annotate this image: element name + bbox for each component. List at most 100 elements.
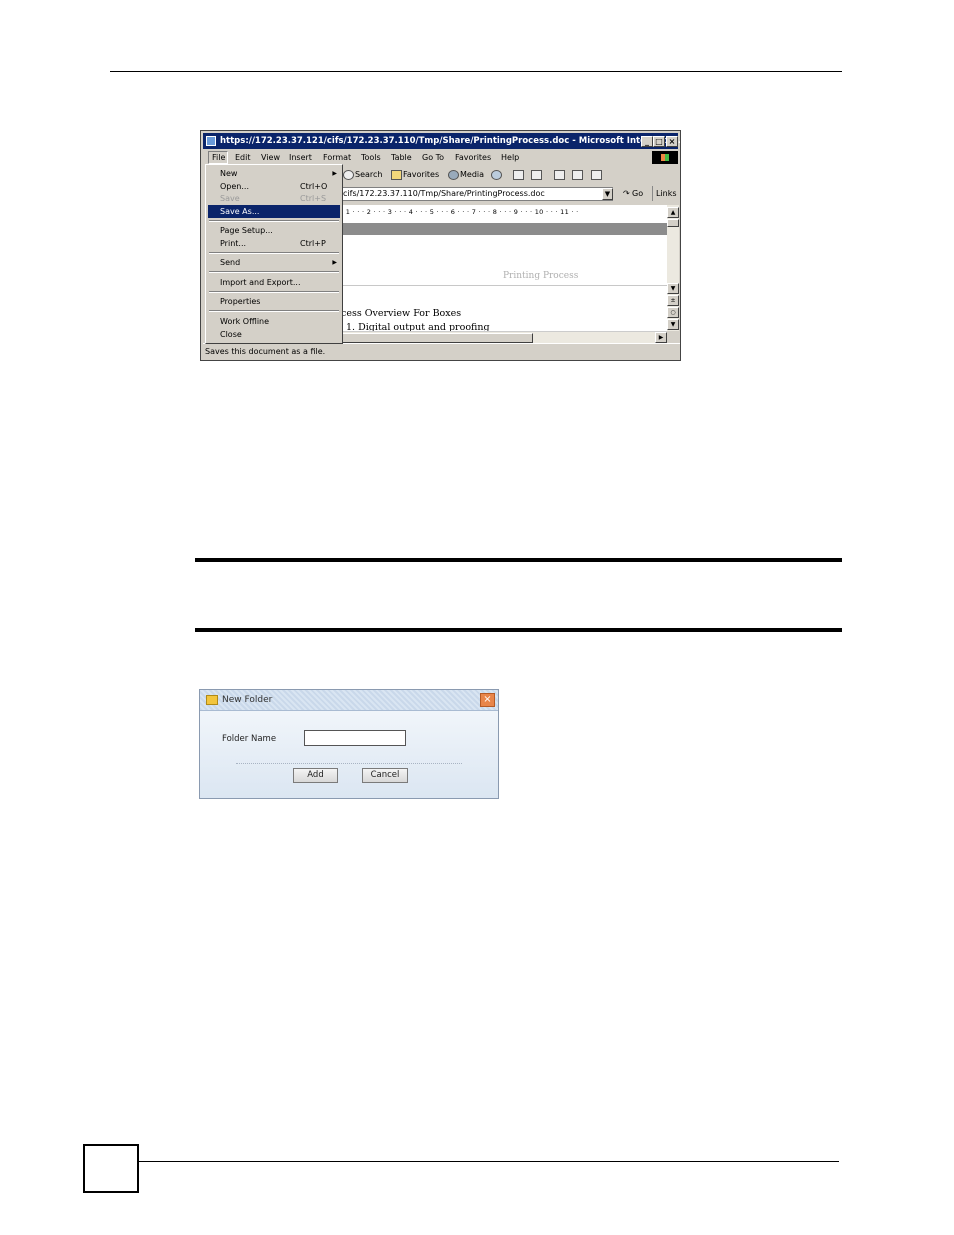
history-icon[interactable]	[491, 170, 502, 180]
menu-favorites[interactable]: Favorites	[455, 153, 491, 162]
dialog-title: New Folder	[222, 695, 273, 705]
menu-view[interactable]: View	[261, 153, 280, 162]
menu-item-send[interactable]: Send ▶	[208, 256, 340, 269]
folder-icon	[206, 695, 218, 705]
menu-table[interactable]: Table	[391, 153, 412, 162]
select-browse-object-icon[interactable]: ○	[667, 307, 679, 318]
browser-title: https://172.23.37.121/cifs/172.23.37.110…	[220, 136, 681, 146]
search-icon	[343, 170, 354, 180]
footer-rule	[139, 1161, 839, 1162]
discuss-icon[interactable]	[591, 170, 602, 180]
prev-page-icon[interactable]: ±	[667, 295, 679, 306]
address-divider	[652, 186, 653, 201]
media-icon	[448, 170, 459, 180]
edit-icon[interactable]	[572, 170, 583, 180]
go-arrow-icon: ↷	[623, 189, 630, 198]
document-view: · 1 · · · 2 · · · 3 · · · 4 · · · 5 · · …	[341, 205, 667, 341]
menu-item-save[interactable]: Save Ctrl+S	[208, 192, 340, 205]
vertical-scrollbar[interactable]: ▲ ▼ ± ○ ▼	[667, 205, 679, 331]
page-margin-band	[341, 223, 667, 235]
menu-item-print[interactable]: Print... Ctrl+P	[208, 237, 340, 250]
page-number-box	[83, 1144, 139, 1193]
menu-format[interactable]: Format	[323, 153, 351, 162]
windows-logo-icon	[652, 151, 678, 164]
menu-bar: File Edit View Insert Format Tools Table…	[203, 150, 678, 165]
ie-icon	[206, 136, 216, 146]
file-menu: New ▶ Open... Ctrl+O Save Ctrl+S Save As...…	[205, 164, 343, 344]
cancel-button[interactable]: Cancel	[362, 768, 408, 783]
dialog-close-button[interactable]: ×	[480, 693, 495, 707]
menu-file-label: File	[212, 153, 226, 162]
menu-item-print-shortcut: Ctrl+P	[300, 239, 326, 248]
vertical-scroll-thumb[interactable]	[667, 219, 679, 227]
menu-separator	[209, 310, 339, 312]
minimize-button[interactable]: _	[641, 136, 653, 147]
address-bar: cifs/172.23.37.110/Tmp/Share/PrintingPro…	[341, 186, 678, 203]
menu-help[interactable]: Help	[501, 153, 519, 162]
browser-window-screenshot: https://172.23.37.121/cifs/172.23.37.110…	[200, 130, 681, 361]
menu-file[interactable]: File	[208, 151, 228, 164]
add-button[interactable]: Add	[293, 768, 338, 783]
menu-separator	[209, 291, 339, 293]
media-button[interactable]: Media	[460, 170, 484, 179]
menu-item-page-setup[interactable]: Page Setup...	[208, 224, 340, 237]
folder-name-input[interactable]	[304, 730, 406, 746]
note-top-rule	[195, 558, 842, 562]
menu-item-send-label: Send	[220, 258, 241, 267]
favorites-icon	[391, 170, 402, 180]
menu-item-close[interactable]: Close	[208, 328, 340, 341]
submenu-arrow-icon: ▶	[332, 170, 337, 177]
status-bar: Saves this document as a file.	[203, 343, 680, 360]
search-button[interactable]: Search	[355, 170, 382, 179]
menu-item-print-label: Print...	[220, 239, 247, 248]
menu-item-save-shortcut: Ctrl+S	[300, 194, 327, 203]
submenu-arrow-icon: ▶	[332, 259, 337, 266]
header-rule	[110, 71, 842, 72]
menu-item-properties[interactable]: Properties	[208, 295, 340, 308]
favorites-button[interactable]: Favorites	[403, 170, 439, 179]
menu-separator	[209, 220, 339, 222]
fullscreen-icon[interactable]	[513, 170, 524, 180]
close-window-button[interactable]: ×	[666, 136, 678, 147]
menu-tools[interactable]: Tools	[361, 153, 381, 162]
dialog-title-bar: New Folder ×	[200, 690, 498, 711]
menu-item-page-setup-label: Page Setup...	[220, 226, 273, 235]
browser-title-bar: https://172.23.37.121/cifs/172.23.37.110…	[203, 133, 681, 149]
scroll-right-icon[interactable]: ▶	[655, 332, 667, 343]
menu-item-work-offline-label: Work Offline	[220, 317, 270, 326]
links-button[interactable]: Links	[656, 189, 677, 198]
horizontal-scroll-thumb[interactable]	[341, 333, 533, 343]
menu-insert[interactable]: Insert	[289, 153, 312, 162]
doc-line-1: cess Overview For Boxes	[341, 308, 462, 319]
go-button[interactable]: Go	[632, 189, 643, 198]
doc-header-line	[341, 285, 667, 286]
maximize-button[interactable]: □	[653, 136, 665, 147]
menu-item-save-label: Save	[220, 194, 240, 203]
ruler: · 1 · · · 2 · · · 3 · · · 4 · · · 5 · · …	[341, 205, 667, 220]
menu-item-close-label: Close	[220, 330, 242, 339]
menu-item-properties-label: Properties	[220, 297, 261, 306]
address-input[interactable]: cifs/172.23.37.110/Tmp/Share/PrintingPro…	[341, 187, 613, 201]
scroll-up-icon[interactable]: ▲	[667, 207, 679, 218]
menu-item-save-as[interactable]: Save As...	[208, 205, 340, 218]
menu-item-new[interactable]: New ▶	[208, 167, 340, 180]
address-dropdown-icon[interactable]: ▼	[602, 188, 613, 200]
next-page-icon[interactable]: ▼	[667, 319, 679, 330]
menu-item-save-as-label: Save As...	[220, 207, 260, 216]
menu-item-import-export[interactable]: Import and Export...	[208, 276, 340, 289]
print-icon[interactable]	[554, 170, 565, 180]
dialog-divider	[236, 763, 462, 764]
toolbar: Search Favorites Media	[341, 167, 678, 183]
new-folder-dialog: New Folder × Folder Name Add Cancel	[199, 689, 499, 799]
doc-header: Printing Process	[503, 271, 579, 281]
mail-icon[interactable]	[531, 170, 542, 180]
menu-goto[interactable]: Go To	[422, 153, 444, 162]
menu-separator	[209, 271, 339, 273]
menu-item-new-label: New	[220, 169, 238, 178]
scroll-down-icon[interactable]: ▼	[667, 283, 679, 294]
menu-edit[interactable]: Edit	[235, 153, 251, 162]
menu-item-import-export-label: Import and Export...	[220, 278, 301, 287]
menu-separator	[209, 252, 339, 254]
folder-name-label: Folder Name	[222, 734, 277, 744]
menu-item-work-offline[interactable]: Work Offline	[208, 315, 340, 328]
